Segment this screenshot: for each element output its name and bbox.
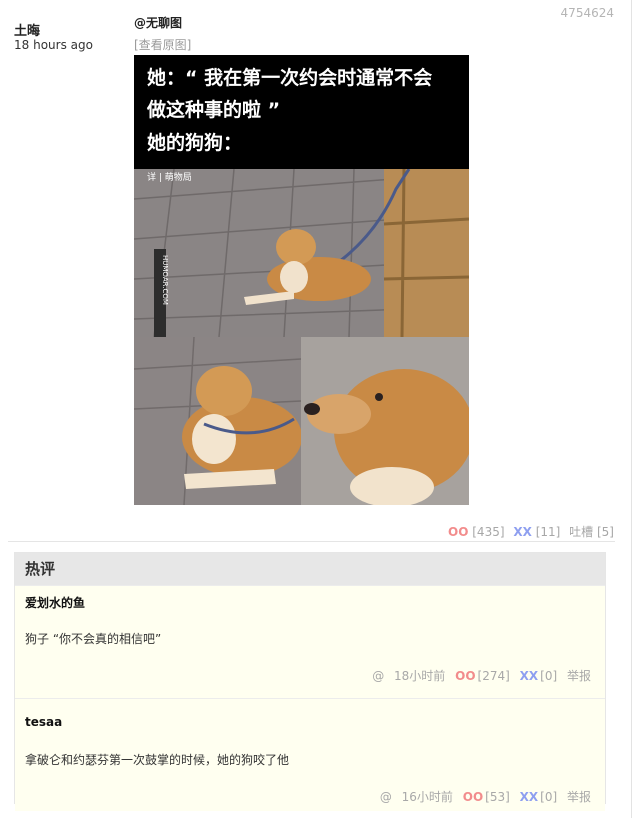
post-page: 4754624 土晦 18 hours ago @无聊图 [查看原图] 她：“ …: [0, 0, 634, 818]
view-original-link[interactable]: [查看原图]: [134, 36, 191, 53]
dog-head: [276, 229, 316, 265]
dog-head-bl: [196, 366, 252, 416]
comment-item: tesaa 拿破仑和约瑟芬第一次鼓掌的时候，她的狗咬了他 @ 16小时前 OO[…: [15, 698, 605, 811]
reply-at-button[interactable]: @: [372, 669, 384, 683]
caption-line-1: 她：“ 我在第一次约会时通常不会: [147, 67, 433, 89]
meme-image[interactable]: 她：“ 我在第一次约会时通常不会 做这种事的啦 ” 她的狗狗： HUMOAR.C…: [134, 55, 469, 505]
comment-item: 爱划水的鱼 狗子 “你不会真的相信吧” @ 18小时前 OO [274] XX [0…: [15, 585, 605, 698]
comment-author[interactable]: tesaa: [25, 715, 62, 729]
wooden-crate: [384, 169, 469, 337]
comment-oo-count: [53]: [485, 790, 510, 804]
comment-time: 16小时前: [401, 790, 453, 804]
post-vote-bar: OO [435] XX [11] 吐槽 [5]: [448, 523, 614, 540]
comment-meta: @ 16小时前 OO [53] XX [0] 举报: [374, 788, 591, 805]
oo-vote-button[interactable]: OO: [448, 525, 468, 539]
comment-xx-count: [0]: [540, 790, 558, 804]
hot-comments-title: 热评: [15, 553, 605, 585]
dog-chest: [280, 261, 308, 293]
comment-text: 拿破仑和约瑟芬第一次鼓掌的时候，她的狗咬了他: [25, 753, 290, 767]
comment-author[interactable]: 爱划水的鱼: [25, 594, 85, 611]
post-author: 土晦: [14, 24, 41, 39]
hot-comments-panel: 热评 爱划水的鱼 狗子 “你不会真的相信吧” @ 18小时前 OO [274] X…: [14, 552, 606, 811]
right-divider: [631, 0, 632, 818]
caption-line-3: 她的狗狗：: [147, 132, 243, 154]
comment-xx-count: [0]: [540, 669, 558, 683]
comment-time: 18小时前: [394, 669, 446, 683]
dog-eye-br: [375, 393, 383, 401]
comment-oo-button[interactable]: OO: [455, 669, 475, 683]
post-divider: [8, 541, 615, 542]
comment-text: 狗子 “你不会真的相信吧”: [25, 632, 162, 646]
post-id[interactable]: 4754624: [561, 6, 614, 20]
post-category-tag[interactable]: @无聊图: [134, 14, 182, 31]
meme-caption: 她：“ 我在第一次约会时通常不会 做这种事的啦 ” 她的狗狗：: [134, 55, 469, 169]
watermark-text: HUMOAR.COM: [161, 255, 169, 305]
dog-chest-bl: [192, 414, 236, 464]
report-button[interactable]: 举报: [567, 790, 591, 804]
oo-count: [435]: [472, 525, 505, 539]
comment-oo-count: [274]: [477, 669, 510, 683]
comment-oo-button[interactable]: OO: [463, 790, 483, 804]
xx-count: [11]: [535, 525, 561, 539]
post-time: 18 hours ago: [14, 38, 93, 52]
dog-snout-br: [307, 394, 371, 434]
reply-at-button[interactable]: @: [380, 790, 392, 804]
comment-meta: @ 18小时前 OO [274] XX [0] 举报: [366, 667, 591, 684]
comment-xx-button[interactable]: XX: [520, 790, 539, 804]
source-label: 详 | 萌物局: [147, 171, 192, 183]
comment-xx-button[interactable]: XX: [520, 669, 539, 683]
caption-line-2: 做这种事的啦 ”: [147, 99, 281, 121]
xx-vote-button[interactable]: XX: [513, 525, 532, 539]
report-button[interactable]: 举报: [567, 669, 591, 683]
dog-nose-br: [304, 403, 320, 415]
tucao-button[interactable]: 吐槽 [5]: [569, 525, 614, 539]
dog-photo: HUMOAR.COM 详 | 萌物局: [134, 169, 469, 505]
